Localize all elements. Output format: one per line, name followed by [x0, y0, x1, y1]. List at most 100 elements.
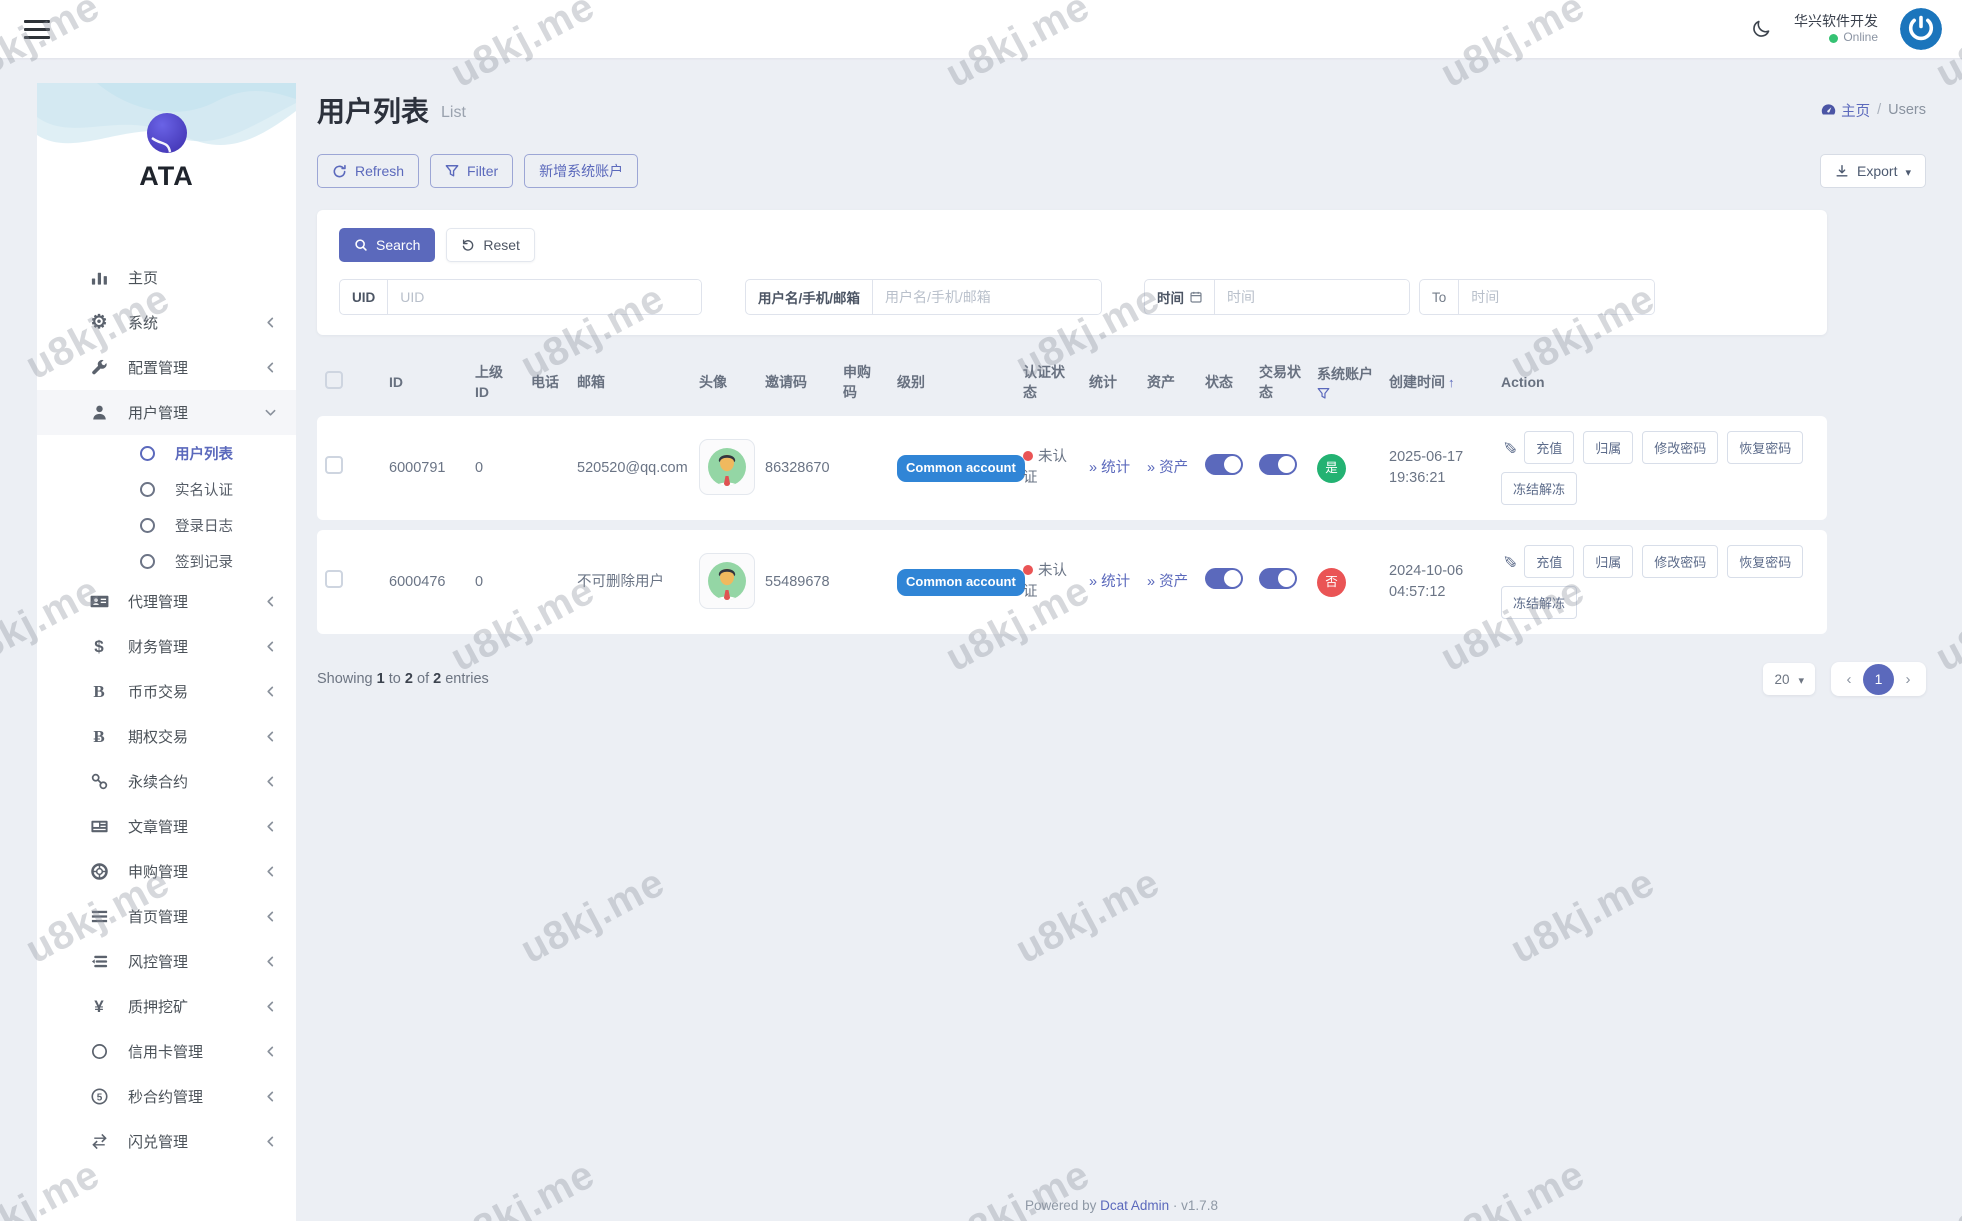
sidebar-item[interactable]: 配置管理: [37, 345, 296, 390]
chevron-left-icon: [265, 641, 276, 652]
sidebar-subitem[interactable]: 登录日志: [37, 507, 296, 543]
freeze-unfreeze-button[interactable]: 冻结解冻: [1501, 472, 1577, 505]
sidebar-item-label: 闪兑管理: [128, 1131, 188, 1152]
reset-icon: [461, 238, 475, 252]
sidebar-item[interactable]: ⚙系统: [37, 300, 296, 345]
sidebar-item-label: 质押挖矿: [128, 996, 188, 1017]
sidebar-subitem[interactable]: 用户列表: [37, 435, 296, 471]
assets-link[interactable]: » 资产: [1147, 574, 1188, 590]
sidebar-item[interactable]: 文章管理: [37, 804, 296, 849]
row-checkbox[interactable]: [325, 456, 343, 474]
sort-asc-icon: ↑: [1448, 375, 1455, 390]
col-created-at[interactable]: 创建时间↑: [1381, 359, 1493, 406]
sidebar-subitem[interactable]: 签到记录: [37, 543, 296, 579]
sidebar-item[interactable]: Ƀ期权交易: [37, 714, 296, 759]
bars-icon: [87, 907, 111, 926]
sidebar-item[interactable]: 永续合约: [37, 759, 296, 804]
attribution-button[interactable]: 归属: [1583, 431, 1633, 464]
breadcrumb-home-link[interactable]: 主页: [1821, 100, 1870, 121]
next-page-button[interactable]: ›: [1894, 671, 1922, 688]
five-icon: 5: [87, 1087, 111, 1106]
sidebar-item[interactable]: 代理管理: [37, 579, 296, 624]
time-to-input[interactable]: [1459, 280, 1654, 314]
sidebar-item[interactable]: ¥质押挖矿: [37, 984, 296, 1029]
dcat-admin-link[interactable]: Dcat Admin: [1100, 1198, 1169, 1213]
stats-link[interactable]: » 统计: [1089, 460, 1130, 476]
change-password-button[interactable]: 修改密码: [1642, 431, 1718, 464]
breadcrumb: 主页 / Users: [1821, 100, 1926, 121]
brand-logo[interactable]: [145, 111, 189, 155]
sidebar-item[interactable]: 信用卡管理: [37, 1029, 296, 1074]
edit-icon[interactable]: ✎: [1496, 555, 1521, 569]
circle-icon: [140, 554, 155, 569]
uid-label: UID: [340, 280, 388, 314]
search-button[interactable]: Search: [339, 228, 435, 262]
freeze-unfreeze-button[interactable]: 冻结解冻: [1501, 586, 1577, 619]
refresh-button[interactable]: Refresh: [317, 154, 419, 188]
assets-link[interactable]: » 资产: [1147, 460, 1188, 476]
sidebar-item-label: 配置管理: [128, 357, 188, 378]
user-avatar[interactable]: [1900, 8, 1942, 50]
recharge-button[interactable]: 充值: [1524, 431, 1574, 464]
restore-password-button[interactable]: 恢复密码: [1727, 545, 1803, 578]
time-from-input[interactable]: [1215, 280, 1409, 314]
bitcoin-icon: Ƀ: [87, 727, 111, 747]
col-avatar: 头像: [691, 359, 757, 406]
watermark-text: u8kj.me: [1929, 1152, 1962, 1221]
menu-toggle-button[interactable]: [24, 20, 50, 39]
recharge-button[interactable]: 充值: [1524, 545, 1574, 578]
sidebar-item[interactable]: B币币交易: [37, 669, 296, 714]
sidebar-subitem[interactable]: 实名认证: [37, 471, 296, 507]
export-button[interactable]: Export ▾: [1820, 154, 1926, 188]
change-password-button[interactable]: 修改密码: [1642, 545, 1718, 578]
search-icon: [354, 238, 368, 252]
filter-button[interactable]: Filter: [430, 154, 513, 188]
dark-mode-toggle-icon[interactable]: [1750, 18, 1772, 40]
gear-icon: ⚙: [87, 311, 111, 334]
sidebar: ATA 主页⚙系统配置管理用户管理用户列表实名认证登录日志签到记录代理管理$财务…: [37, 83, 296, 1221]
attribution-button[interactable]: 归属: [1583, 545, 1633, 578]
sidebar-item[interactable]: $财务管理: [37, 624, 296, 669]
username-input[interactable]: [873, 280, 1101, 314]
trade-status-toggle[interactable]: [1259, 454, 1297, 475]
reset-button[interactable]: Reset: [446, 228, 535, 262]
users-table: ID 上级ID 电话 邮箱 头像 邀请码 申购码 级别 认证状态 统计 资产 状…: [317, 349, 1827, 644]
row-checkbox[interactable]: [325, 570, 343, 588]
restore-password-button[interactable]: 恢复密码: [1727, 431, 1803, 464]
uid-filter-group: UID: [339, 279, 702, 315]
uid-input[interactable]: [388, 280, 701, 314]
circle-icon: [140, 482, 155, 497]
prev-page-button[interactable]: ‹: [1835, 671, 1863, 688]
user-avatar-image: [699, 439, 755, 495]
to-label: To: [1420, 280, 1459, 314]
sidebar-item[interactable]: 申购管理: [37, 849, 296, 894]
chevron-left-icon: [265, 776, 276, 787]
edit-icon[interactable]: ✎: [1496, 441, 1521, 455]
status-toggle[interactable]: [1205, 568, 1243, 589]
trade-status-toggle[interactable]: [1259, 568, 1297, 589]
column-filter-icon[interactable]: [1317, 387, 1330, 400]
table-row: 6000476 0 不可删除用户: [317, 530, 1827, 634]
select-all-checkbox[interactable]: [325, 371, 343, 389]
chevron-left-icon: [265, 686, 276, 697]
sidebar-item[interactable]: 主页: [37, 255, 296, 300]
sidebar-item-label: 用户管理: [128, 402, 188, 423]
sidebar-item[interactable]: 首页管理: [37, 894, 296, 939]
stats-link[interactable]: » 统计: [1089, 574, 1130, 590]
sidebar-item[interactable]: 风控管理: [37, 939, 296, 984]
col-auth-status: 认证状态: [1015, 359, 1081, 406]
sidebar-item[interactable]: 闪兑管理: [37, 1119, 296, 1164]
time-from-filter-group: 时间: [1144, 279, 1410, 315]
circle-icon: [140, 446, 155, 461]
logo-area: ATA: [37, 83, 296, 233]
page-size-select[interactable]: 20 ▾: [1763, 663, 1815, 695]
sidebar-item[interactable]: 用户管理: [37, 390, 296, 435]
current-page-button[interactable]: 1: [1863, 664, 1894, 695]
col-assets: 资产: [1139, 359, 1197, 406]
chevron-left-icon: [265, 362, 276, 373]
circle-icon: [87, 1042, 111, 1061]
sidebar-item-label: 信用卡管理: [128, 1041, 203, 1062]
sidebar-item[interactable]: 5秒合约管理: [37, 1074, 296, 1119]
status-toggle[interactable]: [1205, 454, 1243, 475]
add-system-account-button[interactable]: 新增系统账户: [524, 154, 638, 188]
